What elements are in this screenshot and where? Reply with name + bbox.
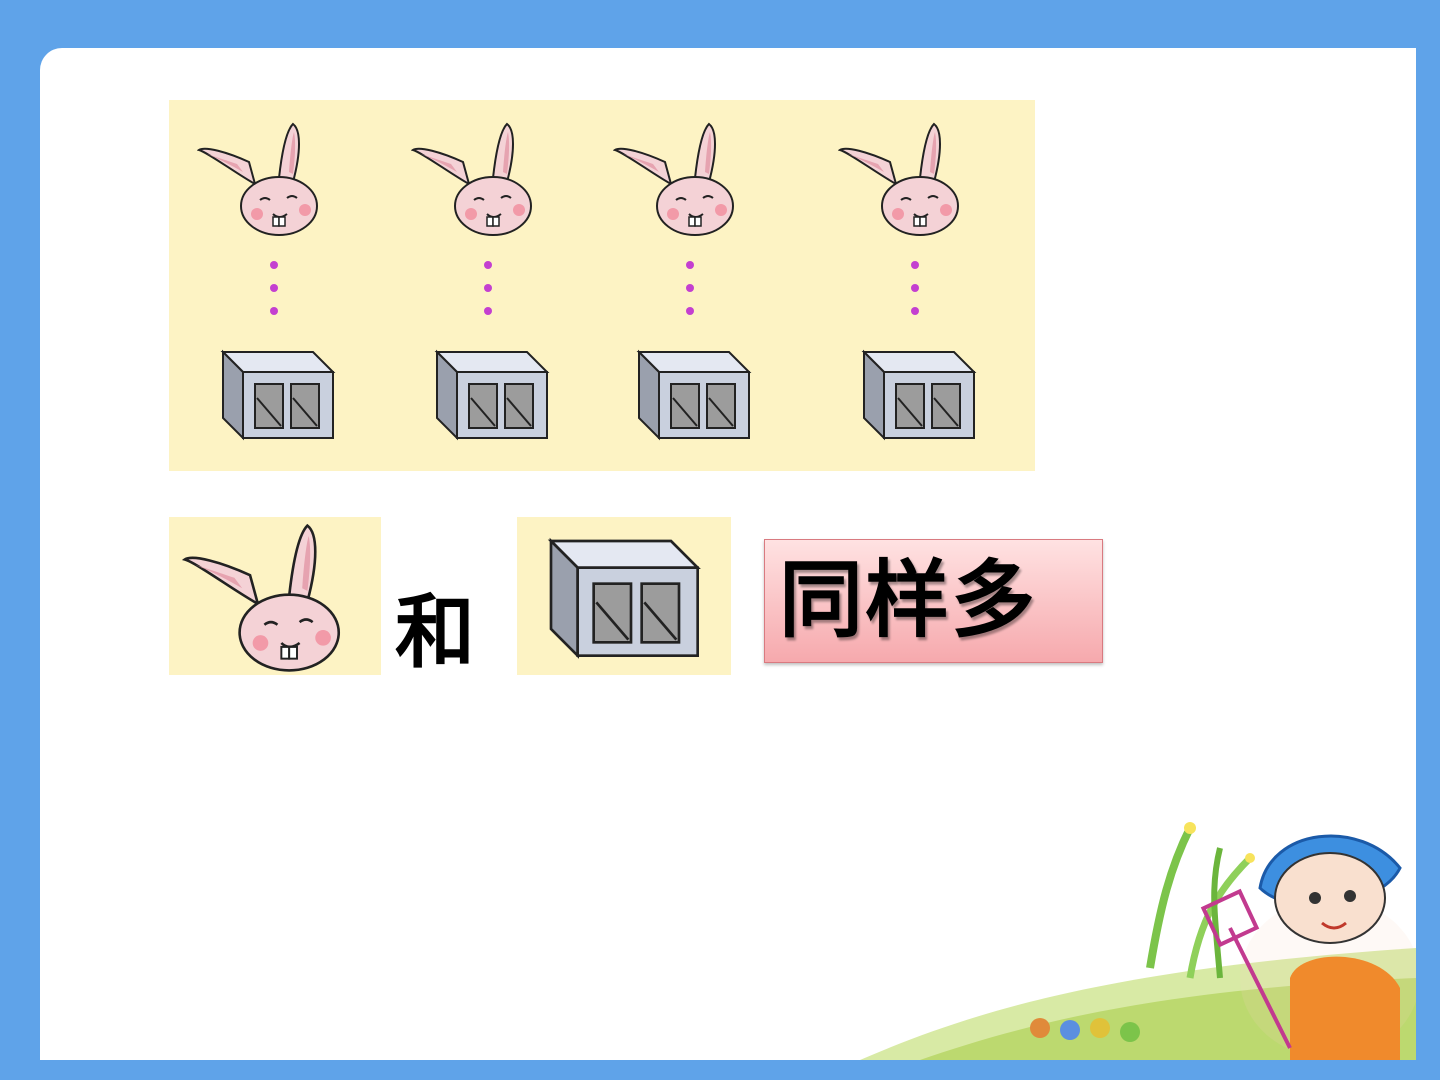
answer-label-box[interactable]: 同样多: [764, 539, 1103, 663]
rabbit-chip: [169, 517, 381, 675]
rabbit-icon: [838, 122, 968, 237]
dotted-connector-icon: [270, 261, 278, 315]
pair-column-4: [818, 100, 968, 471]
rabbit-icon: [197, 122, 327, 237]
pair-column-3: [593, 100, 743, 471]
box-icon: [217, 346, 337, 442]
decorative-scene-icon: [860, 822, 1416, 1060]
matching-panel: [169, 100, 1035, 471]
dotted-connector-icon: [484, 261, 492, 315]
box-icon: [543, 533, 703, 661]
slide-canvas: 和 同样多: [40, 48, 1416, 1060]
box-chip: [517, 517, 731, 675]
box-icon: [431, 346, 551, 442]
box-icon: [858, 346, 978, 442]
rabbit-icon: [177, 523, 357, 673]
dotted-connector-icon: [911, 261, 919, 315]
dotted-connector-icon: [686, 261, 694, 315]
pair-column-1: [177, 100, 327, 471]
rabbit-icon: [411, 122, 541, 237]
box-icon: [633, 346, 753, 442]
rabbit-icon: [613, 122, 743, 237]
pair-column-2: [391, 100, 541, 471]
connector-word: 和: [395, 586, 475, 679]
answer-text: 同样多: [779, 551, 1038, 649]
